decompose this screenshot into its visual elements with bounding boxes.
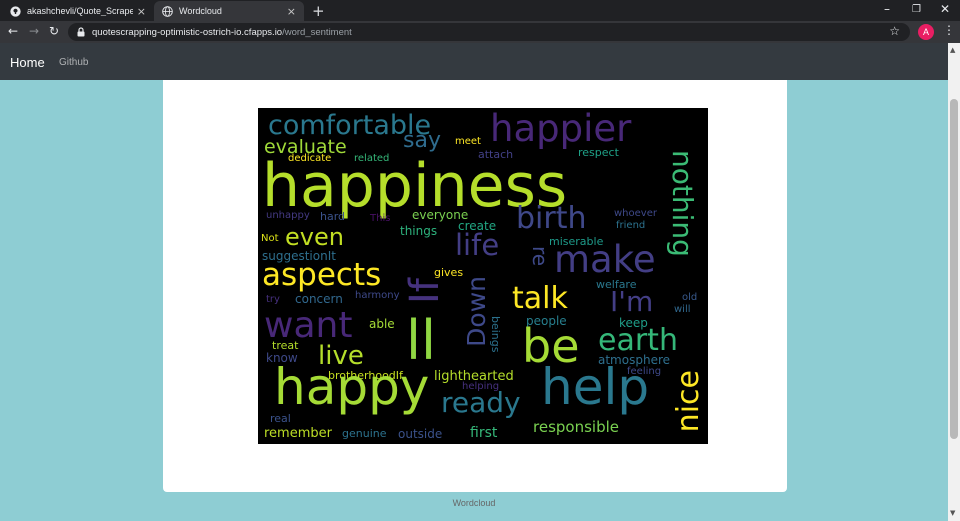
wordcloud-word: concern: [295, 292, 343, 306]
wordcloud-word: responsible: [533, 418, 619, 436]
scrollbar-thumb[interactable]: [950, 99, 958, 439]
wordcloud-word: treat: [272, 339, 299, 352]
wordcloud-word: birth: [516, 201, 587, 236]
wordcloud-word: remember: [264, 426, 332, 441]
reload-icon[interactable]: ↻: [49, 24, 59, 38]
wordcloud-word: first: [470, 425, 498, 441]
wordcloud-word: talk: [512, 281, 568, 316]
tab-quote-scraper[interactable]: akashchevli/Quote_Scraper ×: [2, 1, 154, 21]
wordcloud-image: happiness comfortable happier evaluate s…: [258, 108, 708, 444]
wordcloud-word: ready: [441, 386, 521, 419]
wordcloud-word: things: [400, 224, 438, 238]
wordcloud-word: dedicate: [288, 153, 332, 164]
close-tab-icon[interactable]: ×: [137, 5, 146, 18]
minimize-icon[interactable]: –: [884, 2, 890, 16]
window-close-icon[interactable]: ✕: [940, 2, 950, 16]
wordcloud-word: unhappy: [266, 210, 310, 221]
wordcloud-word: say: [403, 128, 441, 153]
wordcloud-word: nice: [671, 370, 706, 433]
wordcloud-word: related: [354, 153, 390, 164]
wordcloud-word: outside: [398, 427, 443, 441]
wordcloud-word: make: [554, 238, 656, 281]
tab-wordcloud[interactable]: Wordcloud ×: [154, 1, 304, 21]
tab-title: Wordcloud: [179, 6, 222, 16]
wordcloud-word: Down: [462, 276, 491, 347]
wordcloud-word: re: [528, 246, 552, 267]
wordcloud-word: will: [674, 304, 691, 315]
back-arrow-icon[interactable]: ←: [8, 24, 18, 38]
wordcloud-word: aspects: [262, 257, 382, 293]
wordcloud-word: happy: [274, 358, 430, 416]
nav-link-github[interactable]: Github: [59, 57, 88, 68]
wordcloud-word: nothing: [666, 150, 699, 257]
forward-arrow-icon[interactable]: →: [29, 24, 39, 38]
wordcloud-word: respect: [578, 146, 619, 159]
url-host: quotescrapping-optimistic-ostrich-io.cfa…: [92, 26, 283, 38]
github-icon: [10, 5, 21, 17]
wordcloud-word: life: [455, 228, 500, 262]
scroll-up-arrow-icon[interactable]: ▲: [950, 46, 955, 54]
wordcloud-word: harmony: [355, 290, 400, 301]
tab-title: akashchevli/Quote_Scraper: [27, 6, 133, 16]
scroll-down-arrow-icon[interactable]: ▼: [950, 509, 955, 517]
wordcloud-word: whoever: [614, 208, 657, 219]
wordcloud-word: happier: [490, 108, 632, 150]
browser-toolbar: ← → ↻ quotescrapping-optimistic-ostrich-…: [0, 21, 960, 43]
wordcloud-word: If: [402, 278, 448, 304]
wordcloud-word: This: [370, 213, 391, 224]
wordcloud-word: earth: [598, 323, 678, 358]
new-tab-button[interactable]: +: [312, 2, 325, 20]
browser-menu-icon[interactable]: ⋮: [943, 23, 955, 37]
wordcloud-word: hard: [320, 210, 346, 223]
wordcloud-word: meet: [455, 136, 481, 147]
navbar-brand-home[interactable]: Home: [10, 55, 45, 70]
wordcloud-word: help: [541, 358, 650, 416]
wordcloud-word: gives: [434, 266, 464, 279]
wordcloud-word: I'm: [610, 285, 654, 318]
wordcloud-word: genuine: [342, 427, 387, 440]
site-navbar: Home Github: [0, 43, 948, 80]
wordcloud-word: even: [285, 223, 344, 251]
page-scrollbar[interactable]: ▲ ▼: [948, 43, 960, 521]
profile-avatar[interactable]: A: [918, 24, 934, 40]
restore-icon[interactable]: ❐: [912, 4, 921, 15]
globe-icon: [162, 5, 173, 17]
wordcloud-word: friend: [616, 220, 646, 231]
wordcloud-word: beings: [489, 316, 502, 353]
bookmark-star-icon[interactable]: ☆: [889, 24, 900, 38]
wordcloud-word: able: [369, 317, 395, 331]
lock-icon: [77, 27, 85, 37]
address-bar[interactable]: quotescrapping-optimistic-ostrich-io.cfa…: [68, 23, 910, 41]
close-tab-icon[interactable]: ×: [287, 5, 296, 18]
wordcloud-word: attach: [478, 148, 514, 161]
wordcloud-word: old: [682, 292, 698, 303]
wordcloud-word: Not: [261, 233, 279, 244]
footer-text: Wordcloud: [452, 498, 496, 508]
url-path: /word_sentiment: [282, 26, 352, 38]
wordcloud-word: real: [270, 412, 291, 425]
tab-strip: akashchevli/Quote_Scraper × Wordcloud × …: [0, 0, 960, 21]
wordcloud-word: try: [266, 294, 280, 305]
